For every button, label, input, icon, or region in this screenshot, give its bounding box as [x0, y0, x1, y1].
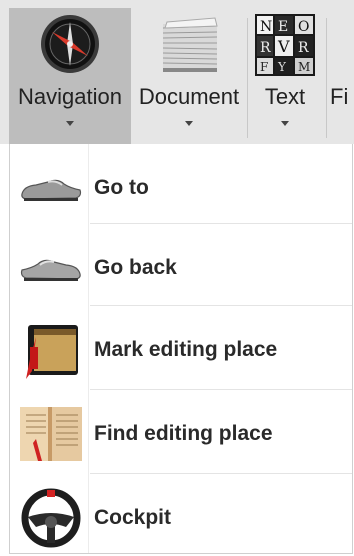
menu-item-label: Go to	[94, 176, 149, 199]
navigation-dropdown-menu: Go to Go back Mark editing place Find ed…	[9, 144, 353, 554]
svg-text:M: M	[298, 60, 310, 74]
navigation-label: Navigation	[18, 84, 122, 109]
open-book-icon	[16, 401, 86, 467]
chevron-down-icon	[281, 121, 289, 126]
menu-separator	[90, 305, 352, 306]
document-label: Document	[138, 84, 240, 109]
svg-text:F: F	[260, 60, 268, 74]
book-bookmark-icon	[16, 317, 86, 383]
svg-text:N: N	[260, 19, 272, 35]
compass-icon	[41, 15, 99, 73]
ribbon-toolbar: Navigation Document N E O R V R F Y M Te…	[0, 0, 354, 144]
menu-item-label: Cockpit	[94, 506, 172, 529]
text-ribbon-button[interactable]: N E O R V R F Y M Text	[248, 8, 322, 144]
shoe-icon	[16, 155, 86, 221]
ribbon-divider	[326, 18, 327, 138]
text-label: Text	[264, 84, 306, 109]
svg-text:O: O	[298, 19, 309, 35]
svg-text:E: E	[278, 19, 288, 35]
menu-separator	[90, 389, 352, 390]
menu-separator	[90, 223, 352, 224]
chevron-down-icon	[66, 121, 74, 126]
svg-text:V: V	[277, 37, 290, 56]
menu-item-go-to[interactable]: Go to	[10, 150, 352, 226]
menu-item-find-editing-place[interactable]: Find editing place	[10, 396, 352, 472]
steering-wheel-icon	[16, 485, 86, 551]
navigation-ribbon-button[interactable]: Navigation	[9, 8, 131, 144]
menu-item-cockpit[interactable]: Cockpit	[10, 480, 352, 556]
file-label: Fi	[330, 84, 349, 109]
document-ribbon-button[interactable]: Document	[131, 8, 247, 144]
svg-text:R: R	[260, 40, 271, 56]
paper-stack-icon	[162, 17, 218, 72]
shoe-back-icon	[16, 235, 86, 301]
menu-item-label: Go back	[94, 256, 177, 279]
file-icon-placeholder	[330, 12, 354, 78]
menu-item-mark-editing-place[interactable]: Mark editing place	[10, 312, 352, 388]
menu-item-label: Find editing place	[94, 422, 273, 445]
menu-item-go-back[interactable]: Go back	[10, 230, 352, 306]
menu-separator	[90, 473, 352, 474]
svg-text:Y: Y	[277, 60, 287, 74]
chevron-down-icon	[185, 121, 193, 126]
letters-icon: N E O R V R F Y M	[255, 14, 315, 76]
menu-item-label: Mark editing place	[94, 338, 278, 361]
file-ribbon-button[interactable]: Fi	[330, 8, 354, 144]
svg-text:R: R	[298, 40, 309, 56]
